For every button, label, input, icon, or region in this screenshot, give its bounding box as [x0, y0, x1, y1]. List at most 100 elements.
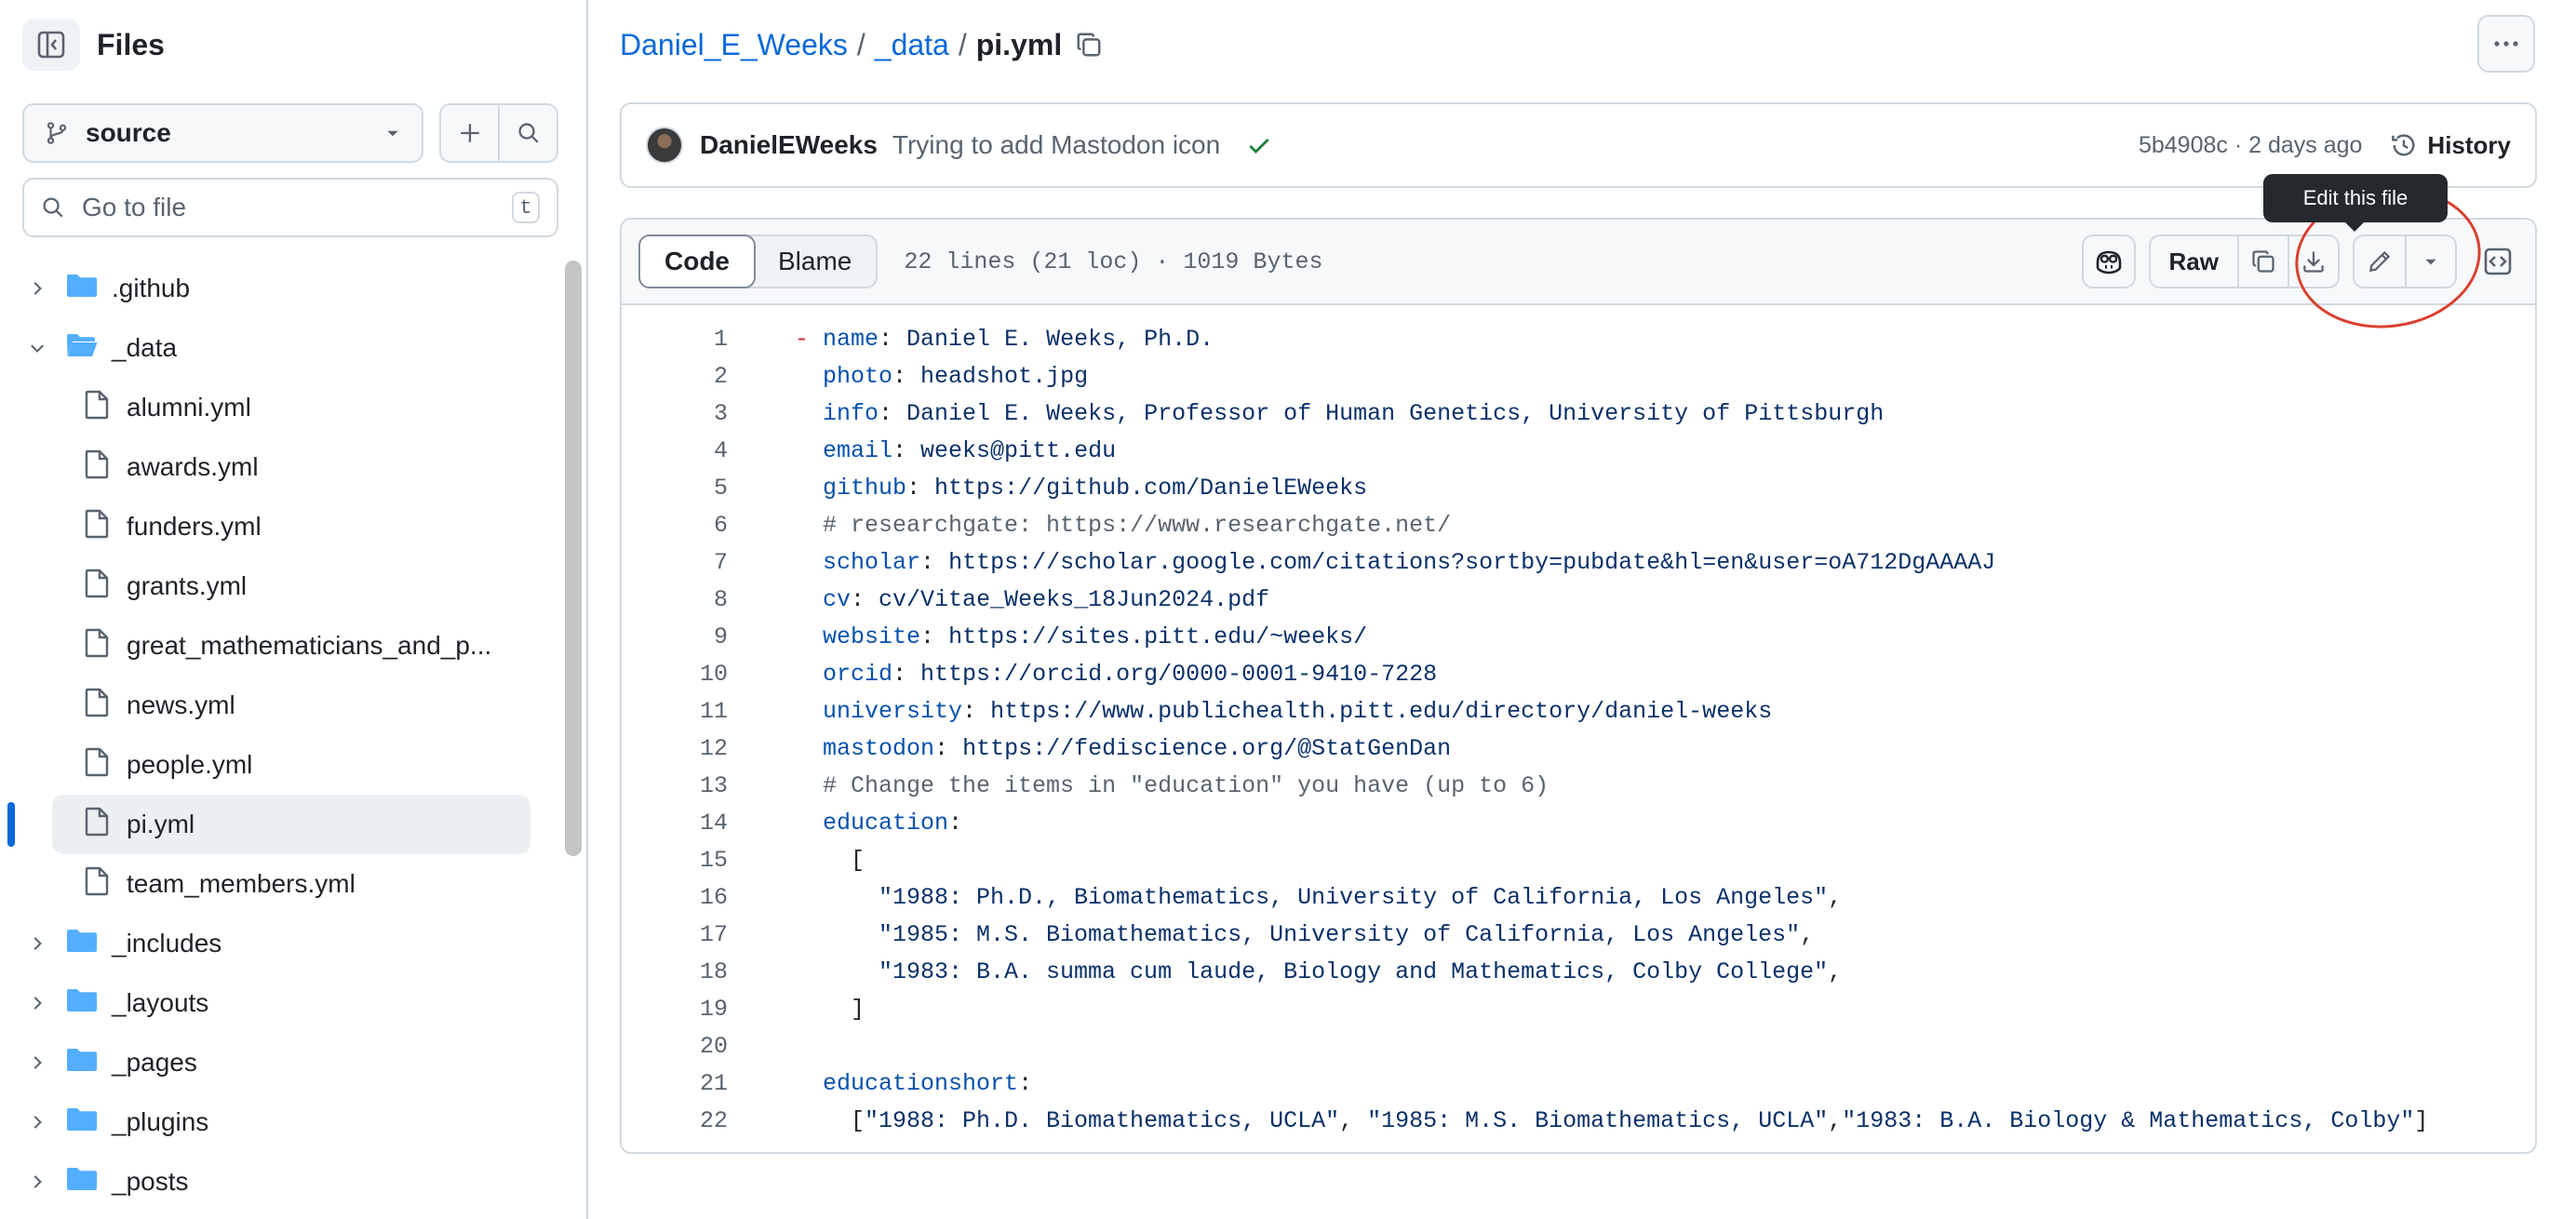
line-number[interactable]: 15 [622, 847, 728, 874]
tree-folder[interactable]: _pages [0, 1033, 558, 1092]
line-number[interactable]: 7 [622, 549, 728, 576]
line-number[interactable]: 6 [622, 512, 728, 539]
tree-folder[interactable]: .github [0, 259, 558, 318]
code-token: Daniel E. Weeks, Ph.D. [906, 325, 1214, 353]
line-content: "1983: B.A. summa cum laude, Biology and… [795, 958, 1842, 985]
commit-message[interactable]: Trying to add Mastodon icon [892, 130, 1220, 160]
line-number[interactable]: 8 [622, 586, 728, 613]
line-number[interactable]: 1 [622, 326, 728, 353]
download-button[interactable] [2288, 236, 2338, 287]
tree-file[interactable]: grants.yml [0, 556, 558, 616]
file-icon [84, 628, 110, 664]
line-content: # researchgate: https://www.researchgate… [795, 512, 1451, 539]
tree-folder[interactable]: _layouts [0, 973, 558, 1033]
tree-file[interactable]: pi.yml [0, 795, 558, 854]
chevron-down-icon[interactable] [26, 337, 48, 359]
avatar[interactable] [646, 127, 683, 164]
tab-blame[interactable]: Blame [754, 236, 876, 287]
tree-item-label: news.yml [127, 690, 235, 719]
copilot-button[interactable] [2081, 234, 2136, 288]
collapse-sidebar-button[interactable] [22, 19, 80, 71]
line-number[interactable]: 21 [622, 1070, 728, 1097]
tree-folder[interactable]: _data [0, 318, 558, 378]
breadcrumb: Daniel_E_Weeks / _data / pi.yml [620, 22, 1103, 67]
history-button[interactable]: History [2390, 131, 2511, 160]
line-number[interactable]: 9 [622, 623, 728, 650]
folder-icon [65, 985, 99, 1022]
chevron-right-icon[interactable] [26, 992, 48, 1014]
folder-icon [65, 1105, 99, 1141]
tree-item-label: funders.yml [127, 512, 262, 541]
line-number[interactable]: 12 [622, 735, 728, 762]
tree-item-label: grants.yml [127, 571, 248, 600]
tree-folder[interactable]: _plugins [0, 1092, 558, 1152]
line-number[interactable]: 16 [622, 884, 728, 911]
code-token: "1988: Ph.D., Biomathematics, University… [795, 883, 1829, 911]
line-content: cv: cv/Vitae_Weeks_18Jun2024.pdf [795, 586, 1269, 613]
chevron-right-icon[interactable] [26, 1171, 48, 1193]
line-content: orcid: https://orcid.org/0000-0001-9410-… [795, 661, 1437, 688]
copy-path-button[interactable] [1075, 31, 1103, 59]
copy-icon [2252, 250, 2274, 273]
code-line: 5 github: https://github.com/DanielEWeek… [622, 469, 2535, 506]
line-number[interactable]: 4 [622, 437, 728, 464]
code-token: : [851, 585, 879, 613]
tree-item-label: great_mathematicians_and_p... [127, 631, 492, 660]
keyboard-shortcut-badge: t [512, 192, 540, 223]
sidebar-collapse-icon [37, 31, 65, 59]
breadcrumb-repo-link[interactable]: Daniel_E_Weeks [620, 28, 848, 62]
tree-file[interactable]: funders.yml [0, 497, 558, 556]
add-file-button[interactable] [441, 105, 498, 161]
tab-code[interactable]: Code [638, 234, 756, 288]
copy-raw-button[interactable] [2237, 236, 2288, 287]
line-number[interactable]: 5 [622, 475, 728, 502]
chevron-right-icon[interactable] [26, 1111, 48, 1133]
line-number[interactable]: 3 [622, 400, 728, 427]
tree-file[interactable]: awards.yml [0, 437, 558, 497]
more-options-button[interactable] [2477, 15, 2535, 73]
tree-file[interactable]: team_members.yml [0, 854, 558, 914]
line-number[interactable]: 20 [622, 1033, 728, 1060]
breadcrumb-folder-link[interactable]: _data [875, 28, 949, 62]
tree-folder[interactable]: _posts [0, 1152, 558, 1212]
line-number[interactable]: 2 [622, 363, 728, 390]
chevron-right-icon[interactable] [26, 932, 48, 955]
line-number[interactable]: 11 [622, 698, 728, 725]
edit-file-button[interactable] [2355, 236, 2405, 287]
raw-copy-download-group: Raw [2148, 234, 2340, 288]
commit-sha-and-time[interactable]: 5b4908c · 2 days ago [2139, 132, 2362, 159]
tree-file[interactable]: people.yml [0, 735, 558, 795]
code-token: educationshort [823, 1069, 1019, 1097]
line-number[interactable]: 18 [622, 958, 728, 985]
tree-item-label: _plugins [112, 1107, 209, 1136]
tree-folder[interactable]: _includes [0, 914, 558, 973]
code-token: mastodon [823, 734, 935, 762]
edit-options-dropdown[interactable] [2405, 236, 2455, 287]
line-number[interactable]: 17 [622, 921, 728, 948]
line-number[interactable]: 13 [622, 772, 728, 799]
line-number[interactable]: 14 [622, 810, 728, 837]
commit-author[interactable]: DanielEWeeks [700, 130, 878, 160]
chevron-right-icon[interactable] [26, 277, 48, 300]
tree-file[interactable]: news.yml [0, 676, 558, 735]
search-files-button[interactable] [498, 105, 557, 161]
line-number[interactable]: 22 [622, 1107, 728, 1134]
branch-selector[interactable]: source [22, 103, 423, 163]
code-token: , [1800, 920, 1815, 948]
view-mode-toggle: Code Blame [638, 234, 879, 288]
tree-file[interactable]: alumni.yml [0, 378, 558, 437]
line-number[interactable]: 19 [622, 996, 728, 1023]
go-to-file-input[interactable]: Go to file t [22, 178, 558, 237]
history-icon [2392, 134, 2415, 156]
raw-button[interactable]: Raw [2151, 236, 2237, 287]
code-token: : [906, 474, 935, 502]
symbols-panel-button[interactable] [2477, 234, 2518, 288]
tree-file[interactable]: great_mathematicians_and_p... [0, 616, 558, 676]
folder-icon [65, 926, 99, 962]
chevron-right-icon[interactable] [26, 1052, 48, 1074]
sidebar-scrollbar[interactable] [565, 261, 582, 856]
commit-status[interactable] [1246, 132, 1272, 158]
line-number[interactable]: 10 [622, 661, 728, 688]
